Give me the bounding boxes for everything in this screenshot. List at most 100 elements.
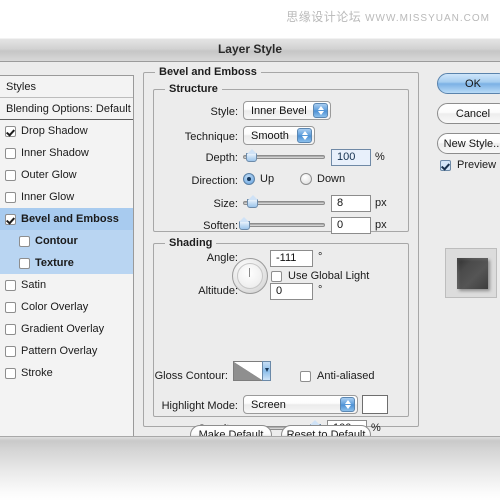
effect-checkbox[interactable]	[5, 169, 16, 181]
effect-row-texture[interactable]: Texture	[0, 252, 133, 274]
effect-label: Outer Glow	[21, 169, 77, 181]
style-label: Style:	[210, 106, 238, 118]
soften-input[interactable]: 0	[331, 217, 371, 234]
effect-row-color-overlay[interactable]: Color Overlay	[0, 296, 133, 318]
depth-unit: %	[375, 151, 385, 163]
highlight-color-swatch[interactable]	[362, 395, 388, 414]
angle-label: Angle:	[206, 252, 238, 264]
bevel-and-emboss-group-title: Bevel and Emboss	[155, 66, 261, 78]
effect-row-drop-shadow[interactable]: Drop Shadow	[0, 120, 133, 142]
effect-checkbox[interactable]	[5, 191, 16, 203]
size-unit: px	[375, 197, 387, 209]
size-label: Size:	[213, 198, 238, 210]
direction-up-radio[interactable]: Up	[243, 173, 274, 185]
effect-row-pattern-overlay[interactable]: Pattern Overlay	[0, 340, 133, 362]
screenshot-root: 思缘设计论坛 WWW.MISSYUAN.COM Layer Style Styl…	[0, 0, 500, 501]
use-global-light-box	[271, 270, 282, 282]
effect-row-bevel-and-emboss[interactable]: Bevel and Emboss	[0, 208, 133, 230]
effect-checkbox[interactable]	[19, 257, 30, 269]
preview-label: Preview	[457, 159, 497, 171]
effect-checkbox[interactable]	[5, 367, 16, 379]
direction-down-label: Down	[317, 173, 346, 185]
effect-label: Color Overlay	[21, 301, 89, 313]
effects-list: Drop Shadow Inner Shadow Outer Glow Inner G…	[0, 120, 133, 384]
direction-down-radio[interactable]: Down	[300, 173, 345, 185]
effect-label: Drop Shadow	[21, 125, 88, 137]
preview-thumbnail	[445, 248, 497, 298]
effect-label: Texture	[35, 257, 74, 269]
effect-label: Stroke	[21, 367, 53, 379]
angle-dial-ring	[237, 263, 263, 289]
effect-row-satin[interactable]: Satin	[0, 274, 133, 296]
effect-checkbox[interactable]	[5, 125, 16, 137]
styles-list-header[interactable]: Styles	[0, 76, 133, 98]
effect-checkbox[interactable]	[5, 279, 16, 291]
shading-group-title: Shading	[165, 237, 217, 249]
anti-aliased-checkbox[interactable]: Anti-aliased	[300, 370, 374, 382]
preview-checkbox[interactable]: Preview	[440, 159, 496, 171]
chevron-updown-icon	[297, 128, 312, 143]
effect-checkbox[interactable]	[5, 345, 16, 357]
soften-slider[interactable]	[238, 217, 325, 232]
watermark-url: WWW.MISSYUAN.COM	[365, 13, 490, 24]
highlight-mode-select[interactable]: Screen	[243, 395, 358, 414]
effect-row-gradient-overlay[interactable]: Gradient Overlay	[0, 318, 133, 340]
angle-unit: °	[318, 251, 323, 263]
preview-thumbnail-swatch	[457, 258, 488, 289]
size-slider[interactable]	[243, 195, 325, 210]
effect-row-stroke[interactable]: Stroke	[0, 362, 133, 384]
effect-checkbox[interactable]	[5, 323, 16, 335]
style-select-value: Inner Bevel	[251, 104, 307, 117]
chevron-updown-icon	[313, 103, 328, 118]
technique-select[interactable]: Smooth	[243, 126, 315, 145]
use-global-light-label: Use Global Light	[288, 270, 370, 282]
effect-row-inner-shadow[interactable]: Inner Shadow	[0, 142, 133, 164]
angle-dial-needle	[249, 268, 250, 277]
ok-button[interactable]: OK	[437, 73, 500, 94]
effect-label: Satin	[21, 279, 47, 291]
effect-row-inner-glow[interactable]: Inner Glow	[0, 186, 133, 208]
blending-options-row[interactable]: Blending Options: Default	[0, 98, 133, 120]
size-input[interactable]: 8	[331, 195, 371, 212]
effect-row-contour[interactable]: Contour	[0, 230, 133, 252]
altitude-input[interactable]: 0	[270, 283, 313, 300]
new-style-button[interactable]: New Style...	[437, 133, 500, 154]
soften-slider-thumb[interactable]	[238, 217, 250, 231]
chevron-updown-icon	[340, 397, 355, 412]
depth-slider-thumb[interactable]	[246, 149, 258, 163]
direction-up-label: Up	[260, 173, 275, 185]
size-slider-thumb[interactable]	[247, 195, 259, 209]
highlight-opacity-unit: %	[371, 422, 381, 434]
effect-checkbox[interactable]	[19, 235, 30, 247]
anti-aliased-label: Anti-aliased	[317, 370, 375, 382]
effect-checkbox[interactable]	[5, 147, 16, 159]
direction-label: Direction:	[191, 175, 238, 187]
technique-label: Technique:	[184, 131, 238, 143]
highlight-mode-value: Screen	[251, 398, 286, 411]
radio-up-indicator	[243, 173, 255, 185]
soften-label: Soften:	[203, 220, 238, 232]
depth-slider[interactable]	[243, 149, 325, 164]
cancel-button[interactable]: Cancel	[437, 103, 500, 124]
effect-checkbox[interactable]	[5, 301, 16, 313]
watermark-text-cn: 思缘设计论坛	[286, 10, 362, 24]
altitude-label: Altitude:	[198, 285, 238, 297]
window-bottom-chrome	[0, 436, 500, 501]
gloss-contour-label: Gloss Contour:	[154, 370, 228, 382]
effect-row-outer-glow[interactable]: Outer Glow	[0, 164, 133, 186]
style-select[interactable]: Inner Bevel	[243, 101, 331, 120]
use-global-light-checkbox[interactable]: Use Global Light	[271, 270, 369, 282]
effect-label: Contour	[35, 235, 78, 247]
dialog-titlebar[interactable]: Layer Style	[0, 38, 500, 62]
structure-group-title: Structure	[165, 83, 222, 95]
angle-input[interactable]: -111	[270, 250, 313, 267]
depth-input[interactable]: 100	[331, 149, 371, 166]
styles-list-panel: Styles Blending Options: Default Drop Sh…	[0, 75, 134, 443]
effect-label: Bevel and Emboss	[21, 213, 119, 225]
gloss-contour-swatch[interactable]	[233, 361, 263, 381]
gloss-contour-dropdown-arrow[interactable]	[262, 361, 271, 381]
watermark: 思缘设计论坛 WWW.MISSYUAN.COM	[286, 8, 490, 25]
radio-down-indicator	[300, 173, 312, 185]
effect-label: Pattern Overlay	[21, 345, 98, 357]
effect-checkbox[interactable]	[5, 213, 16, 225]
